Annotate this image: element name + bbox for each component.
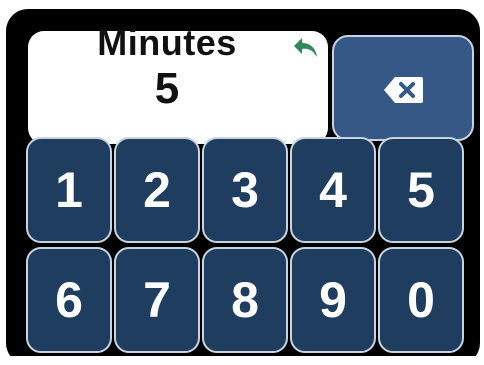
digit-key-8[interactable]: 8 [202,247,288,353]
bottom-margin [0,356,484,365]
digit-key-7[interactable]: 7 [114,247,200,353]
undo-arrow-icon [294,38,317,57]
backspace-button[interactable] [332,35,474,141]
digit-key-1[interactable]: 1 [26,137,112,243]
field-label: Minutes [97,22,237,63]
undo-button[interactable] [292,35,322,61]
digit-key-9[interactable]: 9 [290,247,376,353]
keypad-frame: Minutes 5 1 2 3 4 5 6 7 8 9 0 [6,9,480,365]
digit-key-0[interactable]: 0 [378,247,464,353]
current-value: 5 [154,64,180,113]
backspace-icon [384,77,423,103]
digit-key-6[interactable]: 6 [26,247,112,353]
digit-key-3[interactable]: 3 [202,137,288,243]
digit-key-2[interactable]: 2 [114,137,200,243]
digit-key-5[interactable]: 5 [378,137,464,243]
digit-key-4[interactable]: 4 [290,137,376,243]
